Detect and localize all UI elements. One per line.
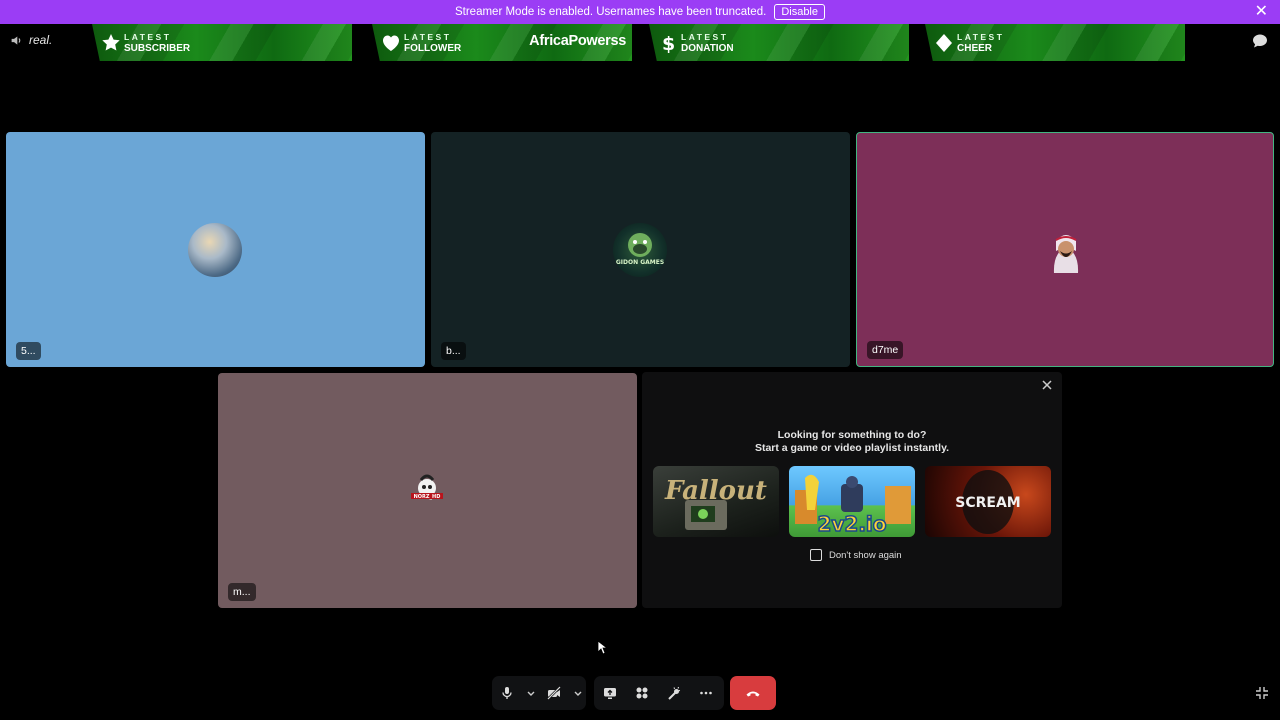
alert-latest-label: LATEST xyxy=(681,32,729,42)
hang-up-icon xyxy=(746,691,760,697)
speaker-icon xyxy=(11,35,21,45)
participant-avatar xyxy=(1039,223,1093,277)
alert-kind-label: DONATION xyxy=(681,43,734,54)
participant-tile-speaking[interactable]: d7me xyxy=(856,132,1274,367)
alert-latest-label: LATEST xyxy=(404,32,452,42)
latest-donation-alert: $ LATEST DONATION xyxy=(649,24,909,61)
chat-icon[interactable] xyxy=(1252,33,1268,49)
gorilla-logo-icon: GIDON GAMES xyxy=(616,233,664,266)
card-title: 2v2.io xyxy=(817,512,886,536)
latest-follower-alert: LATEST FOLLOWER AfricaPowerss xyxy=(372,24,632,61)
latest-follower-name: AfricaPowerss xyxy=(529,33,626,49)
more-options-button[interactable] xyxy=(690,676,722,710)
dont-show-again-checkbox[interactable]: Don't show again xyxy=(810,549,902,561)
activities-icon xyxy=(636,687,648,699)
participant-tile[interactable]: GIDON GAMES b... xyxy=(431,132,850,367)
media-controls-group xyxy=(492,676,586,710)
participant-name: b... xyxy=(441,342,466,360)
diamond-icon xyxy=(936,34,952,52)
camera-button[interactable] xyxy=(539,676,569,710)
chevron-down-icon xyxy=(527,691,535,696)
mouse-cursor-icon xyxy=(597,640,607,655)
skull-logo-text: NORZ_HD xyxy=(414,494,441,500)
channel-name: real. xyxy=(29,33,53,47)
activity-subheading: Start a game or video playlist instantly… xyxy=(754,442,950,454)
top-bar: real. LATEST SUBSCRIBER LATEST FOLLOWER … xyxy=(0,24,1280,64)
participant-tile[interactable]: 5... xyxy=(6,132,425,367)
alert-kind-label: CHEER xyxy=(957,43,993,54)
heart-icon xyxy=(383,35,399,51)
soundboard-icon xyxy=(668,686,681,700)
disable-streamer-mode-button[interactable]: Disable xyxy=(774,4,825,20)
camera-options-button[interactable] xyxy=(569,676,586,710)
participant-avatar xyxy=(188,223,242,277)
character-avatar-icon xyxy=(1053,235,1079,273)
alert-kind-label: SUBSCRIBER xyxy=(124,43,191,54)
participant-avatar: GIDON GAMES xyxy=(613,223,667,277)
microphone-options-button[interactable] xyxy=(522,676,539,710)
exit-fullscreen-icon[interactable] xyxy=(1255,686,1269,700)
dont-show-again-label: Don't show again xyxy=(829,549,902,561)
dollar-icon: $ xyxy=(662,33,675,53)
participant-tile[interactable]: NORZ_HD m... xyxy=(218,373,637,608)
voice-channel-header: real. xyxy=(10,33,52,47)
chevron-down-icon xyxy=(574,691,582,696)
streamer-mode-banner: Streamer Mode is enabled. Usernames have… xyxy=(0,0,1280,24)
participant-name: 5... xyxy=(16,342,41,360)
activity-controls-group xyxy=(594,676,724,710)
star-icon xyxy=(102,34,120,51)
microphone-button[interactable] xyxy=(492,676,522,710)
share-screen-button[interactable] xyxy=(594,676,626,710)
alert-latest-label: LATEST xyxy=(957,32,1005,42)
gorilla-logo-text: GIDON GAMES xyxy=(616,259,664,266)
camera-off-icon xyxy=(547,686,561,700)
microphone-icon xyxy=(502,687,512,699)
activity-card-2v2io[interactable]: 2v2.io xyxy=(789,466,915,537)
activities-button[interactable] xyxy=(626,676,658,710)
card-title: SCREAM xyxy=(955,495,1020,511)
svg-text:$: $ xyxy=(662,33,675,53)
participant-name: m... xyxy=(228,583,256,601)
more-dots-icon xyxy=(700,691,712,695)
activity-suggestion-panel: Looking for something to do? Start a gam… xyxy=(642,372,1062,608)
card-title: Fallout xyxy=(664,476,767,506)
close-panel-icon[interactable] xyxy=(1040,378,1054,392)
banner-message: Streamer Mode is enabled. Usernames have… xyxy=(454,6,767,18)
alert-latest-label: LATEST xyxy=(124,32,172,42)
activity-card-fallout[interactable]: Fallout xyxy=(653,466,779,537)
participant-avatar: NORZ_HD xyxy=(400,464,454,518)
alert-kind-label: FOLLOWER xyxy=(404,43,462,54)
close-banner-icon[interactable]: ✕ xyxy=(1255,4,1268,20)
disconnect-button[interactable] xyxy=(730,676,776,710)
activity-card-scream[interactable]: SCREAM xyxy=(925,466,1051,537)
activity-heading: Looking for something to do? xyxy=(777,429,927,441)
skull-logo-icon: NORZ_HD xyxy=(411,474,443,500)
screen-share-icon xyxy=(604,688,616,699)
call-window: Streamer Mode is enabled. Usernames have… xyxy=(0,0,1280,720)
checkbox-square[interactable] xyxy=(810,549,822,561)
participant-name: d7me xyxy=(867,341,904,359)
latest-subscriber-alert: LATEST SUBSCRIBER xyxy=(92,24,352,61)
soundboard-button[interactable] xyxy=(658,676,690,710)
latest-cheer-alert: LATEST CHEER xyxy=(925,24,1185,61)
